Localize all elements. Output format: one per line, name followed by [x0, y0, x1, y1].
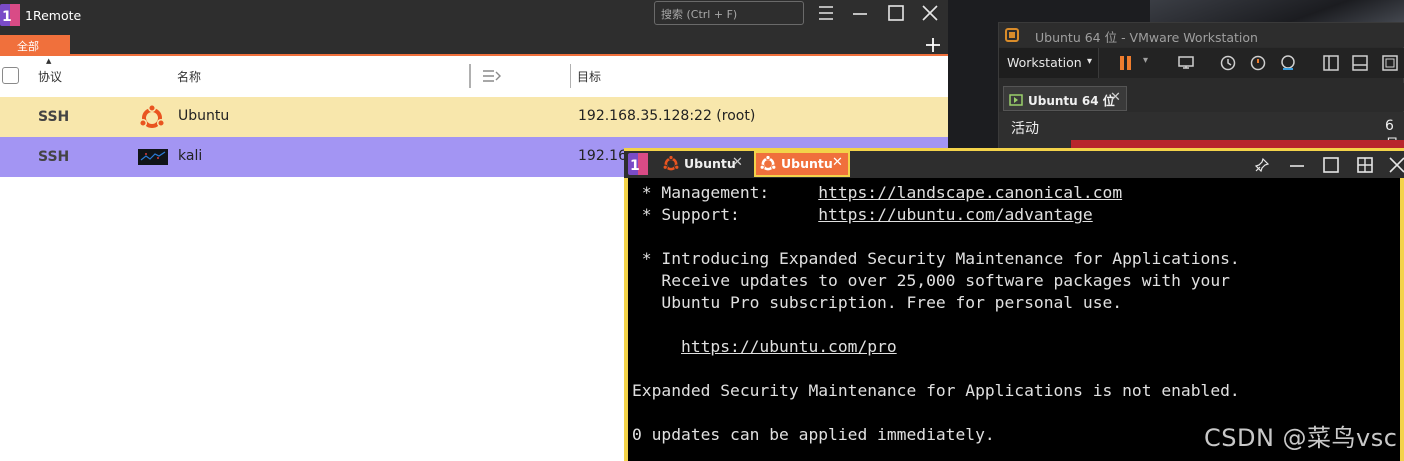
row-protocol: SSH	[38, 109, 70, 125]
ubuntu-icon	[138, 103, 166, 132]
search-input[interactable]: 搜索 (Ctrl + F)	[654, 1, 804, 25]
snapshot-manager-icon[interactable]	[1279, 54, 1297, 72]
terminal-line-text: * Introducing Expanded Security Maintena…	[632, 249, 1240, 268]
close-icon[interactable]	[1388, 156, 1404, 174]
vm-guest-topbar: 活动 6月	[999, 112, 1404, 153]
terminal-link[interactable]: https://landscape.canonical.com	[818, 183, 1122, 202]
terminal-line: https://ubuntu.com/pro	[632, 336, 1400, 358]
row-target: 192.16	[578, 148, 627, 164]
terminal-line: * Support: https://ubuntu.com/advantage	[632, 204, 1400, 226]
revert-snapshot-icon[interactable]	[1249, 54, 1267, 72]
terminal-tab-ubuntu[interactable]: Ubuntu ✕	[658, 151, 750, 177]
terminal-line-text: Expanded Security Maintenance for Applic…	[632, 381, 1240, 400]
vm-running-icon	[1009, 92, 1023, 106]
minimize-icon[interactable]	[851, 4, 869, 22]
terminal-tab-label: Ubuntu	[684, 156, 736, 171]
terminal-link[interactable]: https://ubuntu.com/pro	[681, 337, 897, 356]
library-view-icon[interactable]	[1322, 54, 1340, 72]
terminal-line-text: 0 updates can be applied immediately.	[632, 425, 995, 444]
select-all-checkbox[interactable]	[2, 67, 19, 84]
app-title: 1Remote	[25, 8, 82, 23]
ubuntu-icon	[662, 154, 680, 173]
chevron-down-icon: ▾	[1087, 56, 1093, 67]
console-view-icon[interactable]	[1351, 54, 1369, 72]
vmware-tab-strip: Ubuntu 64 位 ✕	[999, 83, 1404, 111]
kali-icon	[138, 149, 168, 165]
row-name: kali	[178, 148, 203, 164]
vmware-tab-ubuntu[interactable]: Ubuntu 64 位 ✕	[1003, 86, 1127, 111]
unpin-icon[interactable]	[1254, 157, 1270, 173]
terminal-line-text: Ubuntu Pro subscription. Free for person…	[632, 293, 1123, 312]
workstation-menu-label: Workstation	[1007, 55, 1082, 70]
vmware-window[interactable]: Ubuntu 64 位 - VMware Workstation Worksta…	[998, 22, 1404, 153]
row-target: 192.168.35.128:22 (root)	[578, 108, 756, 124]
column-options-icon[interactable]	[482, 69, 502, 83]
column-target[interactable]: 目标	[577, 68, 601, 85]
terminal-line: Ubuntu Pro subscription. Free for person…	[632, 292, 1400, 314]
tag-bar: 全部	[0, 32, 948, 56]
vmware-title: Ubuntu 64 位 - VMware Workstation	[1035, 30, 1258, 45]
maximize-icon[interactable]	[887, 4, 905, 22]
terminal-line: * Introducing Expanded Security Maintena…	[632, 248, 1400, 270]
terminal-tab-strip: 1 Ubuntu ✕ Ubuntu ✕	[624, 148, 1404, 178]
oneremote-titlebar[interactable]: 1 1Remote 搜索 (Ctrl + F)	[0, 0, 948, 32]
terminal-line: * Management: https://landscape.canonica…	[632, 182, 1400, 204]
terminal-tab-label: Ubuntu	[781, 156, 833, 171]
fullscreen-icon[interactable]	[1381, 54, 1399, 72]
guest-activities[interactable]: 活动	[1011, 118, 1039, 138]
svg-text:1: 1	[630, 158, 640, 174]
terminal-window[interactable]: 1 Ubuntu ✕ Ubuntu ✕ * Management: https:…	[624, 148, 1404, 461]
terminal-tab-ubuntu-active[interactable]: Ubuntu ✕	[754, 151, 850, 177]
column-divider[interactable]	[570, 64, 571, 88]
row-protocol: SSH	[38, 149, 70, 165]
terminal-line-text: * Support:	[632, 205, 819, 224]
column-protocol[interactable]: 协议	[38, 68, 62, 85]
close-icon[interactable]: ✕	[1110, 90, 1121, 105]
sort-indicator-icon: ▲	[46, 57, 52, 65]
pause-icon[interactable]	[1119, 55, 1133, 71]
watermark-text: CSDN @菜鸟vsc	[1204, 424, 1398, 452]
close-icon[interactable]	[921, 4, 939, 22]
vmware-toolbar: Workstation ▾ ▾	[999, 48, 1404, 78]
workstation-menu-button[interactable]: Workstation ▾	[999, 48, 1099, 78]
tag-all-label: 全部	[17, 40, 39, 53]
tag-all[interactable]: 全部	[0, 35, 70, 56]
vmware-app-icon	[1005, 28, 1019, 42]
plus-icon[interactable]	[924, 36, 942, 54]
vmware-titlebar[interactable]: Ubuntu 64 位 - VMware Workstation	[999, 23, 1404, 47]
list-header: ▲ 协议 名称 目标	[0, 56, 948, 97]
search-placeholder: 搜索 (Ctrl + F)	[661, 8, 738, 21]
column-name[interactable]: 名称	[177, 68, 201, 85]
close-icon[interactable]: ✕	[832, 155, 843, 170]
column-divider[interactable]	[469, 64, 471, 88]
terminal-line-text: Receive updates to over 25,000 software …	[632, 271, 1230, 290]
terminal-link[interactable]: https://ubuntu.com/advantage	[818, 205, 1092, 224]
minimize-icon[interactable]	[1288, 156, 1306, 174]
vmware-tab-label: Ubuntu 64 位	[1028, 94, 1115, 108]
app-logo-icon: 1	[628, 153, 648, 175]
close-icon[interactable]: ✕	[732, 155, 743, 170]
terminal-line: Receive updates to over 25,000 software …	[632, 270, 1400, 292]
ubuntu-icon	[759, 154, 777, 173]
hamburger-icon[interactable]	[817, 4, 835, 22]
send-ctrl-alt-del-icon[interactable]	[1177, 54, 1195, 72]
svg-text:1: 1	[2, 9, 12, 25]
app-logo-icon: 1	[0, 4, 20, 26]
row-name: Ubuntu	[178, 108, 230, 124]
pause-dropdown-chevron-icon[interactable]: ▾	[1143, 55, 1148, 66]
maximize-icon[interactable]	[1322, 156, 1340, 174]
terminal-line-text	[632, 337, 681, 356]
terminal-line-text: * Management:	[632, 183, 819, 202]
tile-windows-icon[interactable]	[1356, 156, 1374, 174]
table-row[interactable]: SSH Ubuntu 192.168.35.128:22 (root)	[0, 97, 948, 137]
snapshot-icon[interactable]	[1219, 54, 1237, 72]
terminal-line: Expanded Security Maintenance for Applic…	[632, 380, 1400, 402]
